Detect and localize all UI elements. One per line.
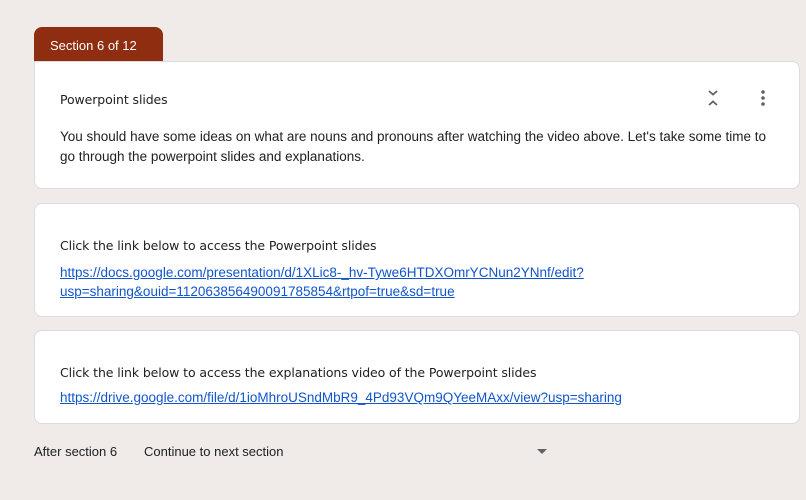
section-tab: Section 6 of 12 [34, 27, 163, 65]
slides-link[interactable]: https://docs.google.com/presentation/d/1… [60, 263, 700, 301]
section-description[interactable]: You should have some ideas on what are n… [60, 127, 775, 167]
after-section-label: After section 6 [34, 444, 118, 459]
item-title-slides[interactable]: Click the link below to access the Power… [60, 238, 377, 253]
video-link[interactable]: https://drive.google.com/file/d/1ioMhroU… [60, 388, 622, 407]
collapse-icon[interactable] [701, 86, 725, 110]
section-title[interactable]: Powerpoint slides [60, 92, 168, 107]
text-item-card-video[interactable]: Click the link below to access the expla… [34, 330, 800, 424]
after-section-select[interactable]: Continue to next section [144, 444, 283, 459]
item-title-video[interactable]: Click the link below to access the expla… [60, 365, 536, 380]
text-item-card-slides[interactable]: Click the link below to access the Power… [34, 203, 800, 317]
more-vert-icon[interactable] [751, 86, 775, 110]
dropdown-arrow-icon[interactable] [537, 449, 547, 454]
section-header-card[interactable]: Powerpoint slides You should have some i… [34, 61, 800, 189]
